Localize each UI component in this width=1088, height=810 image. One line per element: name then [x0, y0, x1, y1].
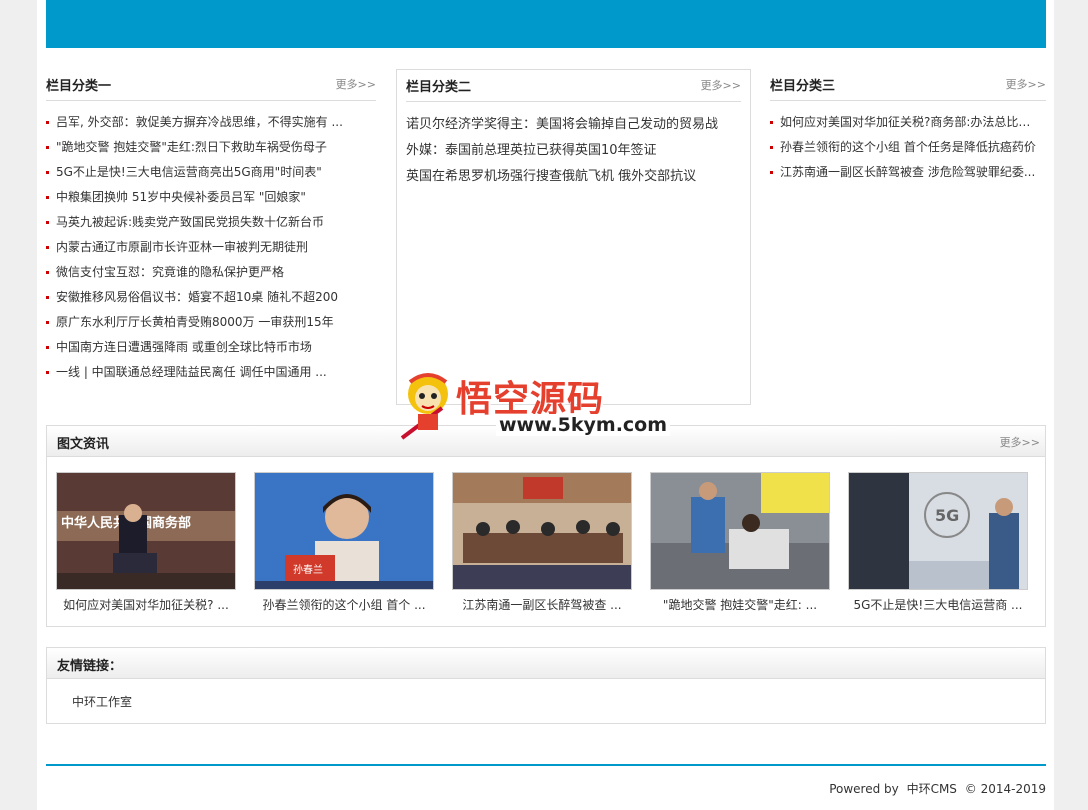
bullet-icon — [46, 146, 49, 149]
footer-powered-by: Powered by — [829, 782, 899, 796]
footer: Powered by 中环CMS © 2014-2019 — [825, 780, 1046, 797]
photo-caption[interactable]: 5G不止是快!三大电信运营商 ... — [848, 596, 1028, 613]
photo-item[interactable]: 5G 5G不止是快!三大电信运营商 ... — [848, 472, 1028, 613]
news-link[interactable]: 微信支付宝互怼：究竟谁的隐私保护更严格 — [56, 265, 284, 279]
news-list-item[interactable]: 外媒：泰国前总理英拉已获得英国10年签证 — [406, 138, 718, 164]
bullet-icon — [46, 321, 49, 324]
column-2-list: 诺贝尔经济学奖得主：美国将会输掉自己发动的贸易战 外媒：泰国前总理英拉已获得英国1… — [406, 112, 718, 190]
news-list-item[interactable]: 江苏南通一副区长醉驾被查 涉危险驾驶罪纪委... — [770, 160, 1040, 185]
news-list-item[interactable]: 安徽推移风易俗倡议书：婚宴不超10桌 随礼不超200 — [46, 285, 346, 310]
friend-links-panel: 友情链接： 中环工作室 — [46, 647, 1046, 724]
bullet-icon — [770, 121, 773, 124]
news-list-item[interactable]: 吕军, 外交部：敦促美方摒弃冷战思维，不得实施有 ... — [46, 110, 346, 135]
footer-copyright: © 2014-2019 — [964, 782, 1046, 796]
bullet-icon — [46, 121, 49, 124]
column-2-header: 栏目分类二 更多>> — [406, 70, 741, 102]
watermark: 悟空源码 www.5kym.com — [396, 368, 671, 444]
news-link[interactable]: 如何应对美国对华加征关税?商务部:办法总比困... — [780, 115, 1040, 129]
friend-link[interactable]: 中环工作室 — [72, 693, 132, 710]
news-list-item[interactable]: 马英九被起诉:贱卖党产致国民党损失数十亿新台币 — [46, 210, 346, 235]
photo-caption[interactable]: "跪地交警 抱娃交警"走红: ... — [650, 596, 830, 613]
bullet-icon — [46, 171, 49, 174]
news-photo[interactable]: 5G — [848, 472, 1028, 590]
photo-caption[interactable]: 如何应对美国对华加征关税? ... — [56, 596, 236, 613]
bullet-icon — [46, 221, 49, 224]
footer-divider — [46, 764, 1046, 766]
column-3-header: 栏目分类三 更多>> — [770, 69, 1046, 101]
news-list-item[interactable]: 英国在希思罗机场强行搜查俄航飞机 俄外交部抗议 — [406, 164, 718, 190]
news-list-item[interactable]: 5G不止是快!三大电信运营商亮出5G商用"时间表" — [46, 160, 346, 185]
bullet-icon — [46, 271, 49, 274]
news-list-item[interactable]: 诺贝尔经济学奖得主：美国将会输掉自己发动的贸易战 — [406, 112, 718, 138]
news-link[interactable]: 原广东水利厅厅长黄柏青受贿8000万 一审获刑15年 — [56, 315, 334, 329]
photo-item[interactable]: 孙春兰 孙春兰领衔的这个小组 首个 ... — [254, 472, 434, 613]
news-list-item[interactable]: 一线 | 中国联通总经理陆益民离任 调任中国通用 ... — [46, 360, 346, 385]
news-link[interactable]: 一线 | 中国联通总经理陆益民离任 调任中国通用 ... — [56, 365, 327, 379]
news-list-item[interactable]: 中粮集团换帅 51岁中央候补委员吕军 "回娘家" — [46, 185, 346, 210]
news-photo[interactable] — [650, 472, 830, 590]
news-list-item[interactable]: 原广东水利厅厅长黄柏青受贿8000万 一审获刑15年 — [46, 310, 346, 335]
column-1-list: 吕军, 外交部：敦促美方摒弃冷战思维，不得实施有 ... "跪地交警 抱娃交警"走… — [46, 110, 346, 385]
watermark-url: www.5kym.com — [496, 414, 671, 436]
news-link[interactable]: 5G不止是快!三大电信运营商亮出5G商用"时间表" — [56, 165, 322, 179]
news-link[interactable]: 中国南方连日遭遇强降雨 或重创全球比特币市场 — [56, 340, 312, 354]
footer-cms-link[interactable]: 中环CMS — [907, 782, 957, 796]
photo-item[interactable]: 江苏南通一副区长醉驾被查 ... — [452, 472, 632, 613]
photo-caption[interactable]: 孙春兰领衔的这个小组 首个 ... — [254, 596, 434, 613]
news-link[interactable]: 吕军, 外交部：敦促美方摒弃冷战思维，不得实施有 ... — [56, 115, 343, 129]
photo-item[interactable]: 中华人民共和国商务部 如何应对美国对华加征关税? ... — [56, 472, 236, 613]
bullet-icon — [770, 146, 773, 149]
news-list-item[interactable]: 如何应对美国对华加征关税?商务部:办法总比困... — [770, 110, 1040, 135]
news-link[interactable]: 内蒙古通辽市原副市长许亚林一审被判无期徒刑 — [56, 240, 308, 254]
column-1-header: 栏目分类一 更多>> — [46, 69, 376, 101]
column-1-more-link[interactable]: 更多>> — [336, 76, 376, 92]
friend-links-header: 友情链接： — [47, 648, 1045, 679]
photo-news-panel: 图文资讯 更多>> 中华人民共和国商务部 如何应对美国对华加征关税? ... — [46, 425, 1046, 627]
column-2-title: 栏目分类二 — [406, 80, 472, 95]
column-3-more-link[interactable]: 更多>> — [1006, 76, 1046, 92]
news-link[interactable]: 诺贝尔经济学奖得主：美国将会输掉自己发动的贸易战 — [406, 117, 718, 132]
column-2-more-link[interactable]: 更多>> — [701, 77, 741, 93]
photo-news-title: 图文资讯 — [57, 437, 110, 452]
monkey-logo-icon — [400, 373, 448, 440]
news-link[interactable]: 马英九被起诉:贱卖党产致国民党损失数十亿新台币 — [56, 215, 324, 229]
friend-links-title: 友情链接： — [57, 659, 123, 674]
news-list-item[interactable]: 孙春兰领衔的这个小组 首个任务是降低抗癌药价 — [770, 135, 1040, 160]
bullet-icon — [46, 296, 49, 299]
news-list-item[interactable]: "跪地交警 抱娃交警"走红:烈日下救助车祸受伤母子 — [46, 135, 346, 160]
news-photo[interactable] — [452, 472, 632, 590]
svg-text:孙春兰: 孙春兰 — [293, 563, 323, 576]
bullet-icon — [46, 196, 49, 199]
news-link[interactable]: 中粮集团换帅 51岁中央候补委员吕军 "回娘家" — [56, 190, 306, 204]
bullet-icon — [770, 171, 773, 174]
photo-item[interactable]: "跪地交警 抱娃交警"走红: ... — [650, 472, 830, 613]
news-link[interactable]: 孙春兰领衔的这个小组 首个任务是降低抗癌药价 — [780, 140, 1036, 154]
news-list-item[interactable]: 中国南方连日遭遇强降雨 或重创全球比特币市场 — [46, 335, 346, 360]
bullet-icon — [46, 371, 49, 374]
news-link[interactable]: 外媒：泰国前总理英拉已获得英国10年签证 — [406, 143, 657, 158]
news-link[interactable]: 英国在希思罗机场强行搜查俄航飞机 俄外交部抗议 — [406, 169, 696, 184]
news-list-item[interactable]: 内蒙古通辽市原副市长许亚林一审被判无期徒刑 — [46, 235, 346, 260]
news-list-item[interactable]: 微信支付宝互怼：究竟谁的隐私保护更严格 — [46, 260, 346, 285]
bullet-icon — [46, 346, 49, 349]
news-photo[interactable]: 孙春兰 — [254, 472, 434, 590]
bullet-icon — [46, 246, 49, 249]
column-2-box: 栏目分类二 更多>> 诺贝尔经济学奖得主：美国将会输掉自己发动的贸易战 外媒：泰国… — [396, 69, 751, 405]
top-banner — [46, 0, 1046, 48]
photo-news-more-link[interactable]: 更多>> — [1000, 434, 1040, 450]
photo-caption[interactable]: 江苏南通一副区长醉驾被查 ... — [452, 596, 632, 613]
column-3-title: 栏目分类三 — [770, 79, 836, 94]
column-1-title: 栏目分类一 — [46, 79, 112, 94]
svg-text:5G: 5G — [935, 506, 959, 525]
news-photo[interactable]: 中华人民共和国商务部 — [56, 472, 236, 590]
news-link[interactable]: 安徽推移风易俗倡议书：婚宴不超10桌 随礼不超200 — [56, 290, 338, 304]
news-link[interactable]: "跪地交警 抱娃交警"走红:烈日下救助车祸受伤母子 — [56, 140, 327, 154]
column-3-list: 如何应对美国对华加征关税?商务部:办法总比困... 孙春兰领衔的这个小组 首个任务… — [770, 110, 1040, 185]
news-link[interactable]: 江苏南通一副区长醉驾被查 涉危险驾驶罪纪委... — [780, 165, 1035, 179]
